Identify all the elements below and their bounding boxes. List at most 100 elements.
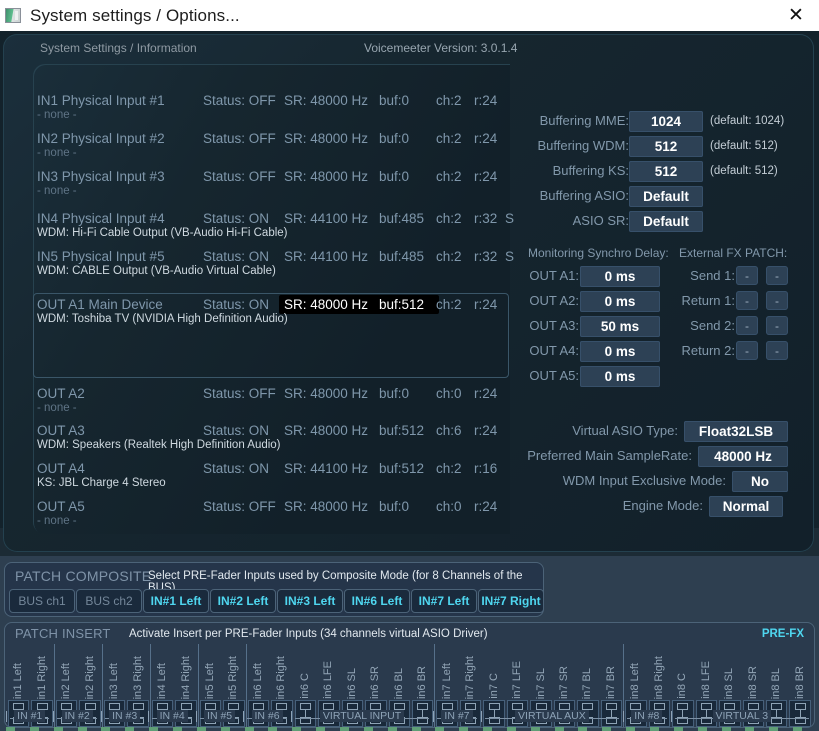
external-fx-patch-title: External FX PATCH:: [679, 246, 788, 260]
channel-label: in1 Right: [35, 655, 48, 699]
fx-patch-label: Send 1:: [690, 268, 735, 283]
channel-peak-indicator: [339, 727, 349, 731]
channel-peak-indicator: [650, 727, 660, 731]
device-buffer: buf:0: [379, 386, 410, 401]
channel-label: in7 Right: [464, 655, 477, 699]
mixer-strip-peek: [0, 727, 819, 731]
channel-label: in4 Left: [156, 662, 169, 699]
device-row[interactable]: OUT A2 Status: OFF SR: 48000 Hz buf:0 ch:0 r:…: [37, 386, 507, 424]
device-name: IN1 Physical Input #1: [37, 93, 165, 108]
channel-label: in3 Right: [131, 655, 144, 699]
engine-setting-label: Engine Mode:: [622, 498, 703, 513]
composite-channel-button[interactable]: BUS ch1: [9, 589, 75, 613]
device-resolution: r:24: [474, 386, 498, 401]
channel-label: in8 SR: [746, 665, 759, 699]
settings-dialog-body: System Settings / Information Voicemeete…: [0, 31, 819, 731]
device-channels: ch:0: [436, 386, 462, 401]
buffering-field[interactable]: 1024: [629, 111, 703, 132]
buffering-field[interactable]: 512: [629, 161, 703, 182]
fx-patch-slot-b[interactable]: -: [766, 266, 788, 285]
fx-patch-slot-b[interactable]: -: [766, 316, 788, 335]
setting-label: Buffering KS:: [552, 163, 629, 178]
setting-default-note: (default: 1024): [710, 115, 785, 127]
rail-tick: [433, 711, 435, 722]
channel-label: in8 BL: [770, 667, 783, 699]
setting-label: Buffering ASIO:: [539, 188, 629, 203]
engine-setting-field[interactable]: No: [732, 471, 788, 492]
rail-tick: [53, 711, 55, 722]
rail-group-label: IN #6: [243, 710, 290, 722]
channel-peak-indicator: [220, 727, 230, 731]
composite-channel-button[interactable]: BUS ch2: [76, 589, 142, 613]
fx-patch-row: Return 1: - -: [0, 291, 819, 312]
channel-peak-indicator: [554, 727, 564, 731]
channel-label: in4 Right: [179, 655, 192, 699]
composite-channel-button[interactable]: IN#1 Left: [143, 589, 209, 613]
rail-group-label: IN #8: [623, 710, 670, 722]
device-flag: S: [505, 249, 515, 264]
channel-peak-indicator: [244, 727, 254, 731]
channel-label: in2 Right: [83, 655, 96, 699]
engine-setting-label: WDM Input Exclusive Mode:: [562, 473, 726, 488]
channel-peak-indicator: [53, 727, 63, 731]
composite-channel-button[interactable]: IN#2 Left: [210, 589, 276, 613]
composite-channel-button[interactable]: IN#7 Right: [478, 589, 544, 613]
channel-peak-indicator: [435, 727, 445, 731]
device-samplerate: SR: 48000 Hz: [284, 386, 369, 401]
rail-tick: [195, 711, 197, 722]
channel-label: in7 C: [487, 673, 500, 699]
buffering-row: Buffering KS: 512 (default: 512): [0, 161, 819, 182]
voicemeeter-app-icon: [5, 8, 21, 23]
channel-label: in7 BL: [581, 667, 594, 699]
rail-tick: [6, 711, 7, 722]
channel-peak-indicator: [316, 727, 326, 731]
device-channels: ch:2: [436, 93, 462, 108]
channel-label: in6 SR: [369, 665, 382, 699]
rail-tick: [100, 711, 102, 722]
rail-group-label: IN #5: [196, 710, 243, 722]
fx-patch-row: Send 1: - -: [0, 266, 819, 287]
fx-patch-slot-a[interactable]: -: [736, 266, 758, 285]
channel-peak-indicator: [506, 727, 516, 731]
patch-composite-title: PATCH COMPOSITE: [15, 568, 152, 584]
channel-peak-indicator: [29, 727, 39, 731]
engine-setting-field[interactable]: 48000 Hz: [698, 446, 788, 467]
engine-setting-field[interactable]: Normal: [709, 496, 783, 517]
fx-patch-slot-b[interactable]: -: [766, 291, 788, 310]
channel-peak-indicator: [459, 727, 469, 731]
composite-channel-button[interactable]: IN#7 Left: [411, 589, 477, 613]
device-channels: ch:2: [436, 249, 462, 264]
device-status: Status: OFF: [203, 386, 276, 401]
channel-peak-indicator: [196, 727, 206, 731]
device-resolution: r:24: [474, 93, 498, 108]
buffering-field[interactable]: Default: [629, 211, 703, 232]
channel-label: in8 LFE: [699, 661, 712, 699]
monitoring-delay-field[interactable]: 0 ms: [580, 366, 660, 387]
channel-peak-indicator: [578, 727, 588, 731]
channel-label: in7 SL: [534, 667, 547, 699]
buffering-field[interactable]: Default: [629, 186, 703, 207]
buffering-row: Buffering WDM: 512 (default: 512): [0, 136, 819, 157]
engine-setting-row: Preferred Main SampleRate: 48000 Hz: [0, 446, 819, 467]
fx-patch-slot-a[interactable]: -: [736, 341, 758, 360]
close-icon[interactable]: ✕: [773, 0, 819, 31]
channel-peak-indicator: [77, 727, 87, 731]
channel-peak-indicator: [721, 727, 731, 731]
version-label: Voicemeeter Version: 3.0.1.4: [364, 41, 518, 55]
monitoring-delay-row: OUT A5: 0 ms: [0, 366, 819, 387]
patch-insert-title: PATCH INSERT: [15, 626, 111, 641]
composite-channel-button[interactable]: IN#3 Left: [277, 589, 343, 613]
rail-tick: [623, 711, 625, 722]
channel-label: in7 SR: [558, 665, 571, 699]
engine-setting-row: Engine Mode: Normal: [0, 496, 819, 517]
composite-channel-button[interactable]: IN#6 Left: [344, 589, 410, 613]
device-status: Status: ON: [203, 249, 270, 264]
pre-fx-label[interactable]: PRE-FX: [762, 628, 804, 640]
fx-patch-slot-b[interactable]: -: [766, 341, 788, 360]
fx-patch-slot-a[interactable]: -: [736, 291, 758, 310]
fx-patch-slot-a[interactable]: -: [736, 316, 758, 335]
fx-patch-label: Send 2:: [690, 318, 735, 333]
channel-peak-indicator: [387, 727, 397, 731]
engine-setting-field[interactable]: Float32LSB: [684, 421, 788, 442]
buffering-field[interactable]: 512: [629, 136, 703, 157]
